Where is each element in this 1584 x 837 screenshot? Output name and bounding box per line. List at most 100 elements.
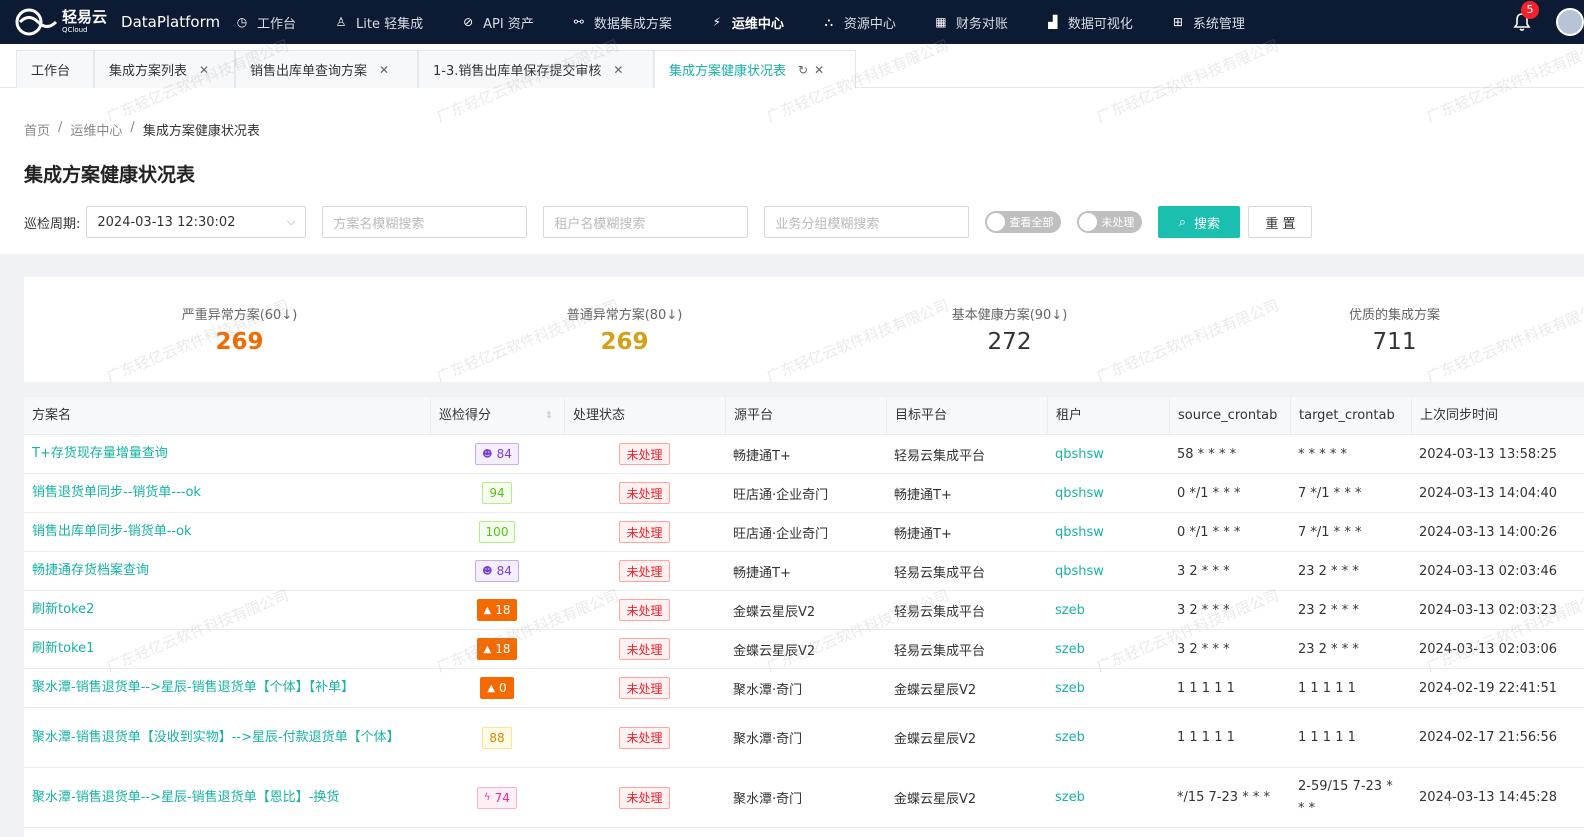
breadcrumb: 首页 / 运维中心 / 集成方案健康状况表 [24, 120, 260, 139]
bolt-icon: ϟ [484, 792, 491, 803]
avatar[interactable] [1556, 8, 1584, 36]
source-platform: 聚水潭·奇门 [733, 682, 803, 698]
plan-name-link[interactable]: T+存货现存量增量查询 [24, 435, 430, 473]
tenant-link[interactable]: szeb [1047, 630, 1169, 668]
tab-workbench[interactable]: 工作台 [16, 50, 94, 88]
score-cell: ▲ 0 [430, 669, 564, 707]
source-platform: 畅捷通T+ [733, 565, 791, 581]
close-icon[interactable]: ✕ [814, 63, 824, 77]
tenant-search-input[interactable]: 租户名模糊搜索 [543, 206, 749, 238]
tenant-link[interactable]: szeb [1047, 591, 1169, 629]
target-crontab: 7 */1 * * * [1298, 524, 1362, 540]
breadcrumb-separator: / [130, 120, 135, 135]
stat-severe[interactable]: 严重异常方案(60↓) 269 [47, 277, 432, 382]
close-icon[interactable]: ✕ [379, 63, 389, 77]
col-status: 处理状态 [564, 397, 725, 435]
stat-basic-healthy[interactable]: 基本健康方案(90↓) 272 [817, 277, 1202, 382]
plan-name-link[interactable]: 聚水潭-销售退货单-->星辰-销售退货单【个体】【补单】 [24, 669, 430, 707]
tenant-link[interactable]: qbshsw [1047, 513, 1169, 551]
status-badge[interactable]: 未处理 [619, 560, 670, 582]
plan-name-link[interactable]: 销售退货单同步--销货单---ok [24, 474, 430, 512]
group-search-input[interactable]: 业务分组模糊搜索 [764, 206, 970, 238]
network-icon: ⚯ [573, 15, 584, 29]
reset-button[interactable]: 重 置 [1248, 206, 1313, 238]
breadcrumb-home[interactable]: 首页 [24, 120, 50, 139]
source-crontab: 1 1 1 1 1 [1177, 680, 1235, 696]
score-value: 88 [489, 730, 505, 745]
notification-badge: 5 [1521, 1, 1539, 19]
tenant-link[interactable]: qbshsw [1047, 435, 1169, 473]
status-badge[interactable]: 未处理 [619, 521, 670, 543]
nav-lite[interactable]: ♙ Lite 轻集成 [334, 0, 423, 44]
nav-ops-center[interactable]: ⚡ 运维中心 [710, 0, 784, 44]
nav-label: API 资产 [483, 16, 534, 32]
calculator-icon: ▦ [935, 15, 947, 29]
period-label: 巡检周期: [24, 216, 81, 232]
target-platform: 轻易云集成平台 [894, 565, 986, 581]
tenant-link[interactable]: szeb [1047, 768, 1169, 827]
tenant-link[interactable]: szeb [1047, 708, 1169, 767]
status-badge[interactable]: 未处理 [619, 726, 670, 749]
status-badge[interactable]: 未处理 [619, 599, 670, 621]
source-crontab: */15 7-23 * * * [1177, 789, 1270, 805]
tab-sales-outbound-save[interactable]: 1-3.销售出库单保存提交审核 ✕ [418, 50, 654, 88]
plan-name-link[interactable]: 聚水潭-销售退货单【没收到实物】-->星辰-付款退货单【个体】 [24, 708, 430, 767]
refresh-icon[interactable]: ↻ [798, 63, 808, 77]
score-badge: ▲ 18 [476, 599, 518, 621]
source-platform: 金蝶云星辰V2 [733, 604, 816, 620]
plan-name-link[interactable]: 刷新toke1 [24, 630, 430, 668]
status-cell: 未处理 [564, 708, 725, 767]
tab-sales-outbound-query[interactable]: 销售出库单查询方案 ✕ [235, 50, 418, 88]
status-badge[interactable]: 未处理 [619, 482, 670, 504]
breadcrumb-separator: / [58, 120, 63, 135]
score-cell: 88 [430, 708, 564, 767]
table-row: T+存货现存量增量查询 ☻ 84 未处理 畅捷通T+ 轻易云集成平台 qbshsw 58 * … [24, 435, 1584, 474]
plan-name-link[interactable]: 畅捷通存货档案查询 [24, 552, 430, 590]
plan-name-link[interactable]: 销售出库单同步-销货单--ok [24, 513, 430, 551]
close-icon[interactable]: ✕ [199, 63, 209, 77]
status-badge[interactable]: 未处理 [619, 638, 670, 660]
tenant-link[interactable]: qbshsw [1047, 474, 1169, 512]
col-source-crontab: source_crontab [1169, 397, 1290, 435]
status-badge[interactable]: 未处理 [619, 786, 670, 809]
view-all-toggle[interactable]: 查看全部 [985, 211, 1062, 233]
brand-logo[interactable]: 轻易云 QCloud DataPlatform [0, 7, 232, 37]
tab-label: 集成方案健康状况表 [669, 64, 787, 79]
status-badge[interactable]: 未处理 [619, 677, 670, 699]
stat-quality[interactable]: 优质的集成方案 711 [1202, 277, 1584, 382]
stat-normal-abnormal[interactable]: 普通异常方案(80↓) 269 [432, 277, 817, 382]
last-sync-time: 2024-03-13 13:58:25 [1419, 446, 1558, 462]
plan-name-link[interactable]: 聚水潭-销售退货单-->星辰-销售退货单【恩比】-换货 [24, 768, 430, 827]
search-icon: ⌕ [1178, 214, 1187, 230]
last-sync-time: 2024-02-19 22:41:51 [1419, 680, 1558, 696]
breadcrumb-section[interactable]: 运维中心 [70, 120, 122, 139]
nav-visualization[interactable]: ▟ 数据可视化 [1046, 0, 1133, 44]
search-button[interactable]: ⌕ 搜索 [1158, 206, 1241, 238]
nav-finance[interactable]: ▦ 财务对账 [934, 0, 1008, 44]
plan-name-link[interactable]: 刷新toke2 [24, 591, 430, 629]
logo-icon [15, 8, 58, 36]
nav-workbench[interactable]: ◷ 工作台 [235, 0, 296, 44]
target-crontab: 7 */1 * * * [1298, 485, 1362, 501]
tab-label: 销售出库单查询方案 [250, 64, 368, 79]
col-score[interactable]: 巡检得分 ⇕ [430, 397, 564, 435]
unhandled-toggle[interactable]: 未处理 [1077, 211, 1143, 233]
status-badge[interactable]: 未处理 [619, 443, 670, 465]
tab-health-report[interactable]: 集成方案健康状况表 ↻ ✕ [654, 50, 856, 88]
nav-integration-plans[interactable]: ⚯ 数据集成方案 [572, 0, 672, 44]
chevron-down-icon: ⌵ [287, 215, 296, 228]
period-select[interactable]: 2024-03-13 12:30:02 ⌵ [86, 206, 307, 238]
nav-system[interactable]: ⊞ 系统管理 [1171, 0, 1245, 44]
tenant-link[interactable]: qbshsw [1047, 552, 1169, 590]
nav-resource-center[interactable]: ⛬ 资源中心 [822, 0, 896, 44]
score-cell: 94 [430, 474, 564, 512]
compass-icon: ⊘ [463, 15, 474, 29]
close-icon[interactable]: ✕ [613, 63, 623, 77]
tab-plan-list[interactable]: 集成方案列表 ✕ [94, 50, 235, 88]
sort-icon[interactable]: ⇕ [545, 397, 553, 435]
tenant-link[interactable]: szeb [1047, 669, 1169, 707]
table-header: 方案名 巡检得分 ⇕ 处理状态 源平台 目标平台 租户 source_cront… [24, 397, 1584, 435]
brand-cn: 轻易云 [62, 8, 108, 26]
nav-api-assets[interactable]: ⊘ API 资产 [461, 0, 534, 44]
plan-name-search-input[interactable]: 方案名模糊搜索 [322, 206, 528, 238]
